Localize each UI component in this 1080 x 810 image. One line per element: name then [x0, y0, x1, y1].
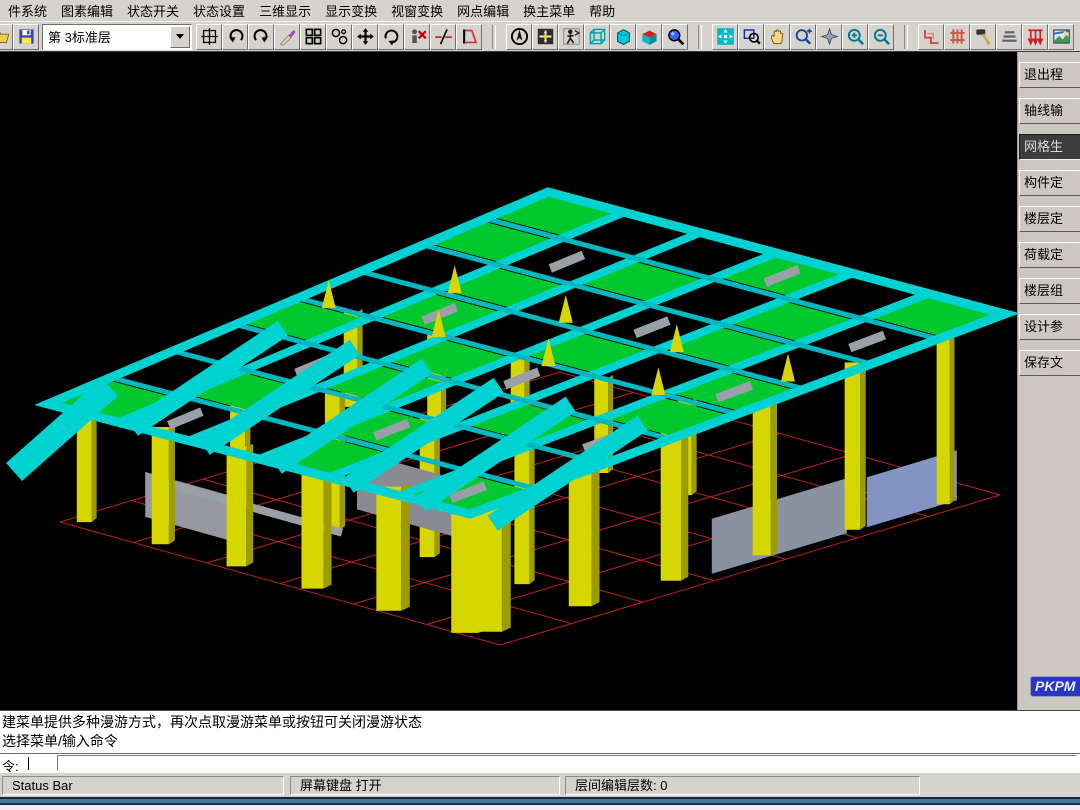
- toolbar-separator: [698, 25, 702, 49]
- floor-selector[interactable]: 第 3标准层: [42, 24, 192, 50]
- sidebar-item-design-params[interactable]: 设计参: [1019, 314, 1080, 340]
- erase-icon[interactable]: [404, 24, 430, 50]
- message-panel: 建菜单提供多种漫游方式，再次点取漫游菜单或按钮可关闭漫游状态 选择菜单/输入命令: [0, 710, 1080, 753]
- 3d-viewport[interactable]: [0, 52, 1017, 710]
- menu-item-help[interactable]: 帮助: [583, 0, 623, 22]
- zoom-out-icon[interactable]: [868, 24, 894, 50]
- save-icon[interactable]: [13, 24, 39, 50]
- message-line-2: 选择菜单/输入命令: [2, 732, 1080, 751]
- sidebar-item-axis-input[interactable]: 轴线输: [1019, 98, 1080, 124]
- command-input[interactable]: [57, 755, 1077, 771]
- menu-item-status-switch[interactable]: 状态开关: [121, 0, 187, 22]
- sidebar-item-member-define[interactable]: 构件定: [1019, 170, 1080, 196]
- zoom-dynamic-icon[interactable]: [790, 24, 816, 50]
- menu-item-3d-display[interactable]: 三维显示: [253, 0, 319, 22]
- move-icon[interactable]: [352, 24, 378, 50]
- toolbar-separator: [904, 25, 908, 49]
- status-bar: Status Bar 屏幕键盘 打开 层间编辑层数: 0: [0, 772, 1080, 797]
- fly-plane-icon[interactable]: [816, 24, 842, 50]
- wire-cube-icon[interactable]: [584, 24, 610, 50]
- wall-panels: [145, 450, 957, 574]
- render-view-icon[interactable]: [662, 24, 688, 50]
- menu-item-status-setting[interactable]: 状态设置: [187, 0, 253, 22]
- solid-box-icon[interactable]: [610, 24, 636, 50]
- message-line-1: 建菜单提供多种漫游方式，再次点取漫游菜单或按钮可关闭漫游状态: [2, 713, 1080, 732]
- rotate-icon[interactable]: [378, 24, 404, 50]
- menu-item-element-edit[interactable]: 图素编辑: [55, 0, 121, 22]
- menu-item-display-transform[interactable]: 显示变换: [319, 0, 385, 22]
- right-menu-sidebar: 退出程轴线输网格生构件定楼层定荷载定楼层组设计参保存文 PKPM: [1017, 52, 1080, 710]
- sidebar-item-storey-assemble[interactable]: 楼层组: [1019, 278, 1080, 304]
- menu-item-switch-main-menu[interactable]: 换主菜单: [517, 0, 583, 22]
- open-icon[interactable]: [0, 24, 13, 50]
- zoom-extents-icon[interactable]: [712, 24, 738, 50]
- text-caret: [28, 757, 29, 770]
- command-row: 令:: [0, 753, 1080, 772]
- redo-icon[interactable]: [248, 24, 274, 50]
- red-grid-icon[interactable]: [944, 24, 970, 50]
- walk-mode-icon[interactable]: [558, 24, 584, 50]
- hammer-icon[interactable]: [970, 24, 996, 50]
- menu-item-node-edit[interactable]: 网点编辑: [451, 0, 517, 22]
- floor-selector-value: 第 3标准层: [43, 27, 170, 46]
- bottom-border-band: [0, 797, 1080, 810]
- pan-hand-icon[interactable]: [764, 24, 790, 50]
- zoom-window-icon[interactable]: [738, 24, 764, 50]
- zoom-in-icon[interactable]: [842, 24, 868, 50]
- status-left: Status Bar: [2, 776, 284, 795]
- toolbar-separator: [492, 25, 496, 49]
- compass-icon[interactable]: [506, 24, 532, 50]
- sidebar-buttons: 退出程轴线输网格生构件定楼层定荷载定楼层组设计参保存文: [1018, 62, 1080, 376]
- array-icon[interactable]: [300, 24, 326, 50]
- status-floor-count: 层间编辑层数: 0: [565, 776, 920, 795]
- sidebar-item-storey-define[interactable]: 楼层定: [1019, 206, 1080, 232]
- snap-icon[interactable]: [326, 24, 352, 50]
- undo-icon[interactable]: [222, 24, 248, 50]
- break-line-icon[interactable]: [430, 24, 456, 50]
- chevron-down-icon[interactable]: [170, 26, 190, 48]
- sidebar-item-load-define[interactable]: 荷载定: [1019, 242, 1080, 268]
- menu-item-file-system[interactable]: 件系统: [2, 0, 55, 22]
- extend-icon[interactable]: [456, 24, 482, 50]
- pkpm-logo: PKPM: [1030, 676, 1080, 697]
- menu-bar: 件系统图素编辑状态开关状态设置三维显示显示变换视窗变换网点编辑换主菜单帮助: [0, 0, 1080, 21]
- load-arrows-icon[interactable]: [1022, 24, 1048, 50]
- sidebar-item-grid-generate[interactable]: 网格生: [1019, 134, 1080, 160]
- toolbar: 第 3标准层: [0, 21, 1080, 52]
- brush-icon[interactable]: [274, 24, 300, 50]
- layers-icon[interactable]: [996, 24, 1022, 50]
- status-keyboard: 屏幕键盘 打开: [290, 776, 560, 795]
- fly-mode-icon[interactable]: [532, 24, 558, 50]
- axis-step-icon[interactable]: [918, 24, 944, 50]
- menu-item-window-transform[interactable]: 视窗变换: [385, 0, 451, 22]
- image-icon[interactable]: [1048, 24, 1074, 50]
- 3d-structural-model: [0, 52, 1017, 710]
- sidebar-item-exit-program[interactable]: 退出程: [1019, 62, 1080, 88]
- axis-grid-icon[interactable]: [196, 24, 222, 50]
- sidebar-item-save-file[interactable]: 保存文: [1019, 350, 1080, 376]
- solid-cube-icon[interactable]: [636, 24, 662, 50]
